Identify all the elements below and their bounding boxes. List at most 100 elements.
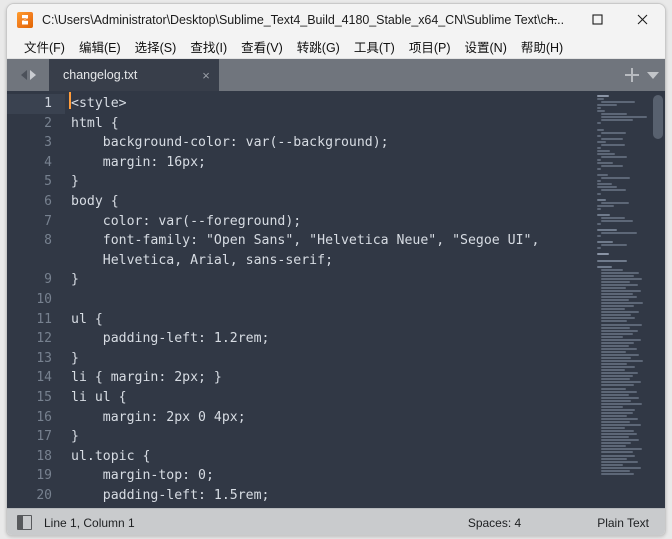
minimap-line (597, 107, 601, 109)
line-number-gutter: 1234567891011121314151617181920212223 (7, 91, 65, 508)
minimap-line (597, 241, 613, 243)
code-line[interactable]: } (65, 270, 593, 290)
code-line[interactable]: ul { (65, 310, 593, 330)
menu-item-3[interactable]: 查找(I) (183, 35, 234, 58)
minimap-line (601, 220, 633, 222)
text-cursor (69, 92, 71, 109)
close-icon[interactable]: × (193, 59, 219, 91)
code-line[interactable]: body { (65, 192, 593, 212)
window-controls (530, 4, 665, 35)
sidebar-toggle-icon[interactable] (17, 515, 32, 530)
minimap-line (601, 433, 637, 435)
code-line[interactable]: margin: 16px; (65, 153, 593, 173)
minimap-line (601, 369, 625, 371)
code-line[interactable]: li { margin: 2px; } (65, 368, 593, 388)
gutter-line-number: 21 (7, 505, 65, 508)
code-line[interactable]: } (65, 172, 593, 192)
code-line[interactable] (65, 290, 593, 310)
code-line[interactable]: padding-left: 1.5rem; (65, 486, 593, 506)
menu-item-2[interactable]: 选择(S) (128, 35, 184, 58)
minimap-line (601, 177, 630, 179)
minimap-line (601, 311, 639, 313)
editor-area: 1234567891011121314151617181920212223 <s… (7, 91, 665, 508)
minimap-line (601, 308, 625, 310)
code-line[interactable]: margin-top: 0; (65, 466, 593, 486)
minimap-line (601, 363, 627, 365)
minimap-line (601, 351, 626, 353)
code-line[interactable]: } (65, 427, 593, 447)
close-button[interactable] (620, 4, 665, 35)
indentation-setting[interactable]: Spaces: 4 (468, 516, 521, 530)
code-line[interactable]: color: var(--foreground); (65, 212, 593, 232)
menu-item-1[interactable]: 编辑(E) (72, 35, 128, 58)
chevron-right-icon[interactable] (30, 70, 36, 80)
minimap-line (601, 305, 634, 307)
minimap-line (601, 244, 627, 246)
menu-item-5[interactable]: 转跳(G) (290, 35, 347, 58)
gutter-line-number: 7 (7, 212, 65, 232)
minimap[interactable] (593, 91, 665, 508)
code-line[interactable]: margin: 2px 0 4px; (65, 408, 593, 428)
code-line[interactable]: html { (65, 114, 593, 134)
minimap-line (601, 156, 627, 158)
menu-item-6[interactable]: 工具(T) (347, 35, 402, 58)
minimap-line (601, 299, 629, 301)
scrollbar-thumb[interactable] (653, 95, 663, 139)
code-line[interactable]: background-color: var(--background); (65, 133, 593, 153)
tab-navigation-arrows[interactable] (7, 59, 49, 91)
menu-item-0[interactable]: 文件(F) (17, 35, 72, 58)
menu-item-4[interactable]: 查看(V) (234, 35, 290, 58)
minimap-line (597, 159, 601, 161)
menu-item-8[interactable]: 设置(N) (458, 35, 514, 58)
minimap-line (597, 193, 601, 195)
plus-icon[interactable] (623, 66, 641, 84)
minimap-line (601, 290, 641, 292)
status-bar: Line 1, Column 1 Spaces: 4 Plain Text (7, 508, 665, 536)
gutter-line-number (7, 251, 65, 271)
minimap-line (601, 470, 630, 472)
code-line[interactable]: font-family: "Open Sans", "Helvetica Neu… (65, 231, 593, 251)
app-root: C:\Users\Administrator\Desktop\Sublime_T… (0, 0, 672, 539)
code-line[interactable]: ul.topic { (65, 447, 593, 467)
minimap-line (601, 342, 634, 344)
gutter-line-number: 8 (7, 231, 65, 251)
code-content[interactable]: <style>html { background-color: var(--ba… (65, 91, 593, 508)
minimap-line (601, 381, 641, 383)
minimap-line (601, 217, 625, 219)
minimap-line (601, 302, 643, 304)
tab-changelog[interactable]: changelog.txt × (49, 59, 219, 91)
code-line[interactable]: li ul { (65, 388, 593, 408)
minimap-line (601, 427, 625, 429)
minimap-line (601, 448, 642, 450)
minimap-line (601, 287, 626, 289)
syntax-setting[interactable]: Plain Text (597, 516, 649, 530)
minimap-line (601, 345, 629, 347)
minimap-line (601, 339, 641, 341)
vertical-scrollbar[interactable] (653, 91, 663, 508)
minimap-line (601, 375, 633, 377)
minimap-line (601, 348, 637, 350)
chevron-left-icon[interactable] (21, 70, 27, 80)
code-line[interactable]: <style> (65, 94, 593, 114)
gutter-line-number: 5 (7, 172, 65, 192)
minimap-line (601, 467, 641, 469)
minimize-button[interactable] (530, 4, 575, 35)
minimap-line (601, 415, 627, 417)
minimap-line (597, 229, 617, 231)
minimap-line (601, 330, 638, 332)
tab-bar-actions (623, 59, 659, 91)
code-line[interactable]: } (65, 349, 593, 369)
minimap-line (601, 281, 630, 283)
minimap-line (597, 98, 604, 100)
code-line[interactable]: } (65, 505, 593, 508)
minimap-line (601, 366, 635, 368)
maximize-button[interactable] (575, 4, 620, 35)
chevron-down-icon[interactable] (647, 72, 659, 79)
menu-item-9[interactable]: 帮助(H) (514, 35, 570, 58)
menu-item-7[interactable]: 项目(P) (402, 35, 458, 58)
minimap-line (601, 354, 639, 356)
code-line[interactable]: Helvetica, Arial, sans-serif; (65, 251, 593, 271)
close-icon (637, 14, 648, 25)
code-line[interactable]: padding-left: 1.2rem; (65, 329, 593, 349)
minimap-line (601, 275, 634, 277)
